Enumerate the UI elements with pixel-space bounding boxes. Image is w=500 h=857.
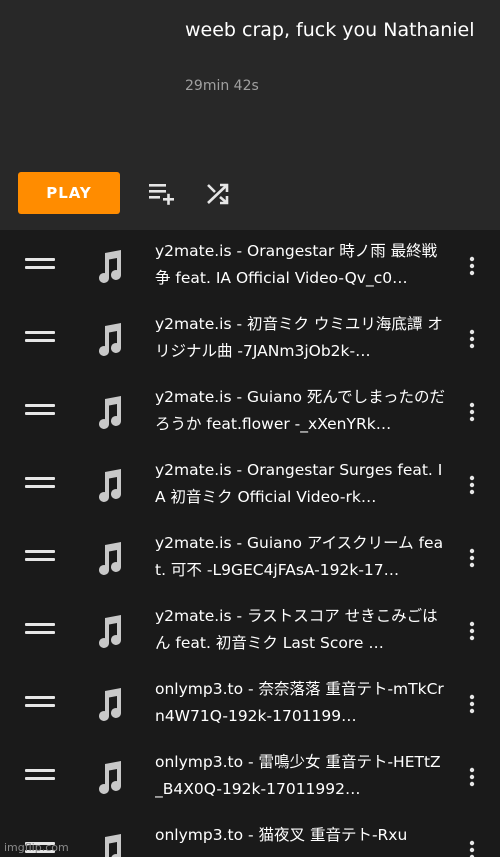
track-title: y2mate.is - ラストスコア せきこみごはん feat. 初音ミク La…: [155, 607, 438, 652]
track-title: y2mate.is - 初音ミク ウミユリ海底譚 オリジナル曲 -7JANm3j…: [155, 315, 443, 360]
track-list[interactable]: y2mate.is - Orangestar 時ノ雨 最終戦争 feat. IA…: [0, 230, 500, 857]
track-title: y2mate.is - Orangestar Surges feat. IA 初…: [155, 461, 443, 506]
list-item[interactable]: onlymp3.to - 雷鳴少女 重音テト-HETtZ_B4X0Q-192k-…: [0, 741, 500, 814]
drag-handle-icon[interactable]: [25, 696, 55, 708]
play-button-label: PLAY: [46, 184, 92, 202]
drag-handle-icon[interactable]: [25, 258, 55, 270]
list-item[interactable]: y2mate.is - ラストスコア せきこみごはん feat. 初音ミク La…: [0, 595, 500, 668]
watermark: imgflip.com: [4, 841, 69, 854]
more-vert-icon[interactable]: [461, 474, 483, 496]
drag-handle-icon[interactable]: [25, 550, 55, 562]
music-note-icon: [99, 469, 121, 502]
more-vert-icon[interactable]: [461, 839, 483, 857]
list-item[interactable]: y2mate.is - Guiano 死んでしまったのだろうか feat.flo…: [0, 376, 500, 449]
track-title: onlymp3.to - 奈奈落落 重音テト-mTkCrn4W71Q-192k-…: [155, 680, 444, 725]
track-title: y2mate.is - Orangestar 時ノ雨 最終戦争 feat. IA…: [155, 242, 438, 287]
track-title: onlymp3.to - 猫夜叉 重音テト-Rxu: [155, 826, 408, 844]
music-note-icon: [99, 542, 121, 575]
track-title: y2mate.is - Guiano アイスクリーム feat. 可不 -L9G…: [155, 534, 444, 579]
music-note-icon: [99, 323, 121, 356]
music-note-icon: [99, 688, 121, 721]
music-note-icon: [99, 615, 121, 648]
more-vert-icon[interactable]: [461, 328, 483, 350]
drag-handle-icon[interactable]: [25, 477, 55, 489]
list-item[interactable]: onlymp3.to - 奈奈落落 重音テト-mTkCrn4W71Q-192k-…: [0, 668, 500, 741]
music-note-icon: [105, 834, 121, 857]
playlist-duration: 29min 42s: [185, 78, 259, 94]
playlist-title: weeb crap, fuck you Nathaniel: [185, 19, 475, 41]
more-vert-icon[interactable]: [461, 547, 483, 569]
list-item[interactable]: y2mate.is - Orangestar 時ノ雨 最終戦争 feat. IA…: [0, 230, 500, 303]
track-title: onlymp3.to - 雷鳴少女 重音テト-HETtZ_B4X0Q-192k-…: [155, 753, 441, 798]
list-item[interactable]: y2mate.is - 初音ミク ウミユリ海底譚 オリジナル曲 -7JANm3j…: [0, 303, 500, 376]
drag-handle-icon[interactable]: [25, 623, 55, 635]
list-item[interactable]: y2mate.is - Guiano アイスクリーム feat. 可不 -L9G…: [0, 522, 500, 595]
drag-handle-icon[interactable]: [25, 331, 55, 343]
more-vert-icon[interactable]: [461, 401, 483, 423]
drag-handle-icon[interactable]: [25, 404, 55, 416]
list-item[interactable]: y2mate.is - Orangestar Surges feat. IA 初…: [0, 449, 500, 522]
track-title: y2mate.is - Guiano 死んでしまったのだろうか feat.flo…: [155, 388, 445, 433]
music-note-icon: [99, 250, 121, 283]
shuffle-icon[interactable]: [203, 179, 233, 209]
more-vert-icon[interactable]: [461, 620, 483, 642]
play-button[interactable]: PLAY: [18, 172, 120, 214]
more-vert-icon[interactable]: [461, 255, 483, 277]
drag-handle-icon[interactable]: [25, 769, 55, 781]
playlist-add-icon[interactable]: [146, 179, 176, 209]
more-vert-icon[interactable]: [461, 766, 483, 788]
more-vert-icon[interactable]: [461, 693, 483, 715]
music-note-icon: [99, 396, 121, 429]
list-item[interactable]: onlymp3.to - 猫夜叉 重音テト-Rxu: [0, 814, 500, 857]
music-note-icon: [99, 761, 121, 794]
playlist-header: weeb crap, fuck you Nathaniel 29min 42s …: [0, 0, 500, 230]
